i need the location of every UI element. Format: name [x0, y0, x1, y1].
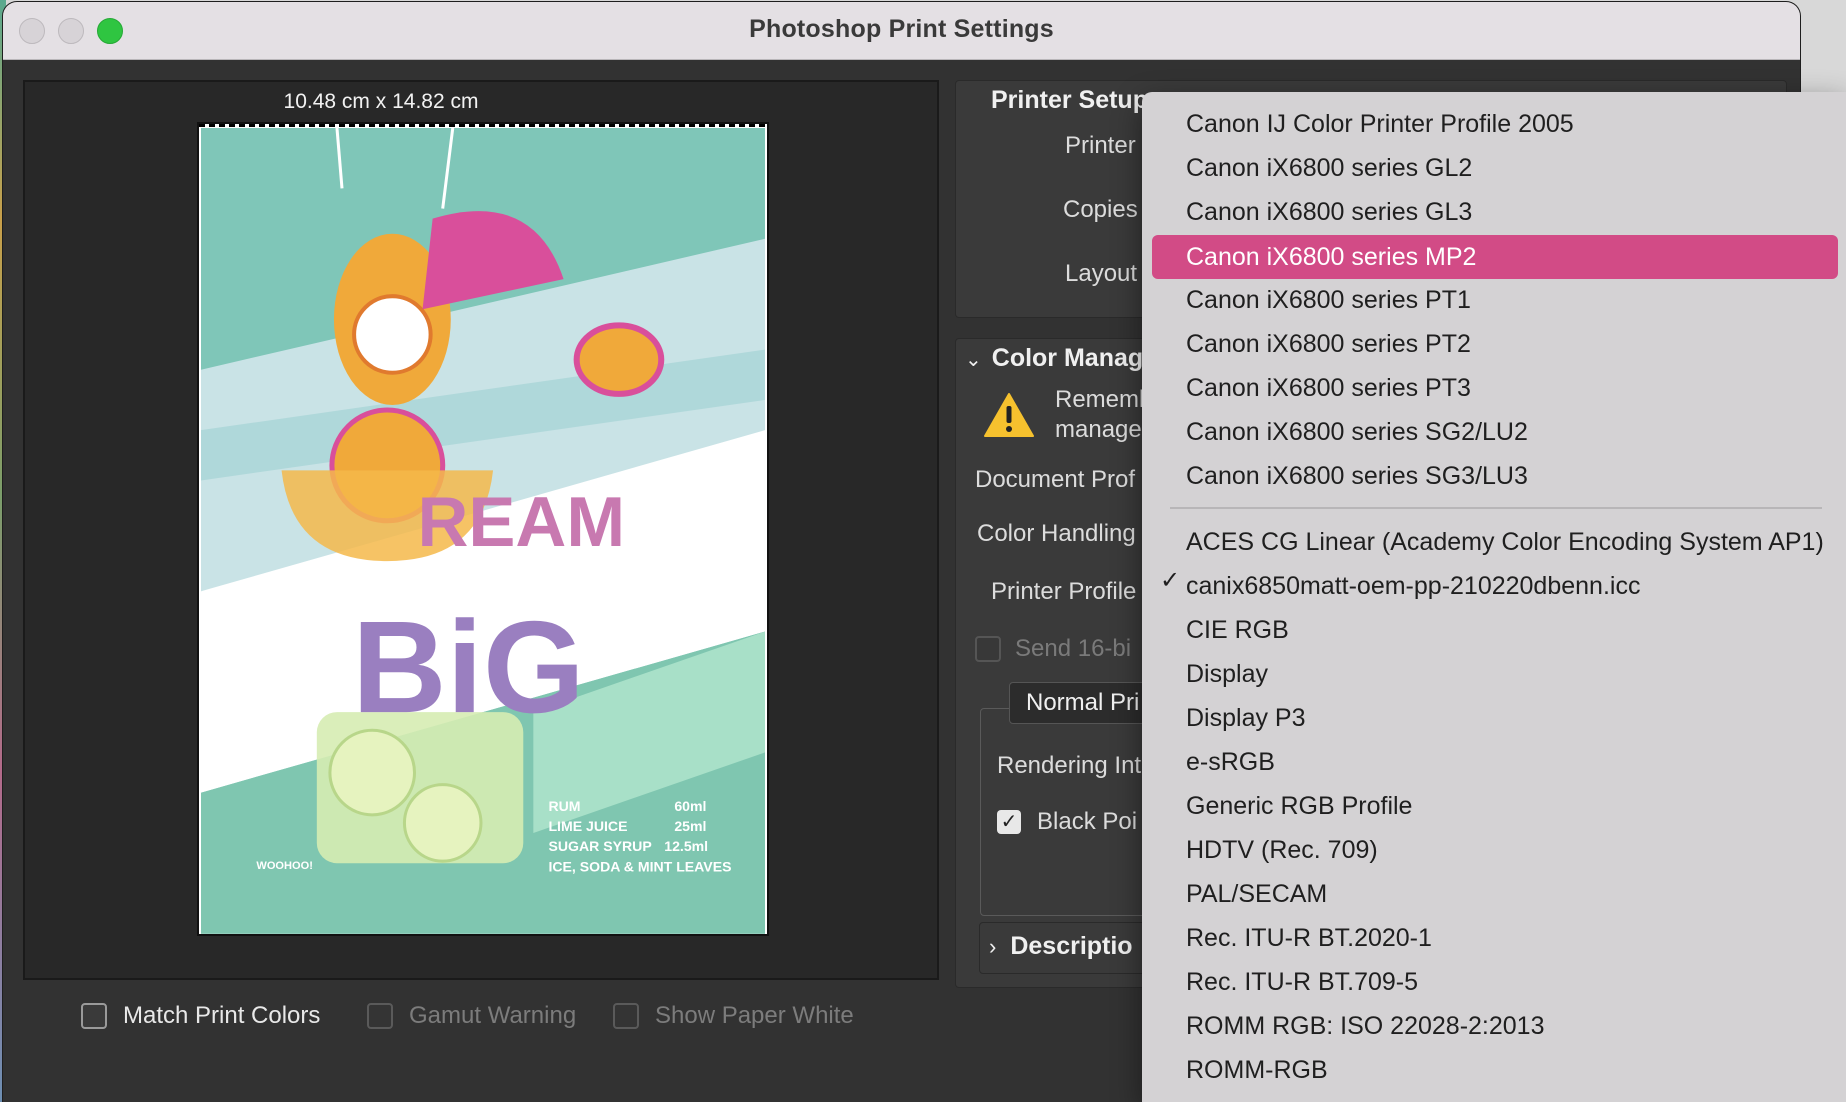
printer-profile-label: Printer Profile [991, 578, 1137, 605]
copies-label: Copies [1063, 196, 1138, 223]
black-point-checkbox[interactable]: ✓ [997, 810, 1021, 834]
remember-note-line2: manage [1055, 416, 1142, 443]
menu-item-canon-gl3[interactable]: Canon iX6800 series GL3 [1186, 192, 1472, 232]
poster-title-line2: BiG [352, 593, 585, 740]
menu-item-canon-sg2-lu2[interactable]: Canon iX6800 series SG2/LU2 [1186, 412, 1528, 452]
window-title: Photoshop Print Settings [749, 15, 1054, 43]
menu-item-aces-cg-linear[interactable]: ACES CG Linear (Academy Color Encoding S… [1186, 522, 1824, 562]
rendering-intent-label: Rendering Int [997, 752, 1142, 779]
menu-item-rec-bt2020-1[interactable]: Rec. ITU-R BT.2020-1 [1186, 918, 1432, 958]
recipe-item-4: ICE, SODA & MINT LEAVES [548, 858, 731, 874]
menu-item-canon-pt1[interactable]: Canon iX6800 series PT1 [1186, 280, 1471, 320]
color-management-label: Color Manag [991, 344, 1144, 372]
match-print-colors-option[interactable]: Match Print Colors [81, 1002, 320, 1030]
match-print-colors-label: Match Print Colors [123, 1002, 321, 1029]
send-16bit-option[interactable]: Send 16-bi [975, 635, 1131, 663]
paper-edge [199, 124, 767, 127]
normal-printing-value: Normal Pri [1026, 689, 1140, 716]
menu-item-romm-rgb[interactable]: ROMM-RGB [1186, 1050, 1328, 1090]
menu-item-canix6850matt[interactable]: canix6850matt-oem-pp-210220dbenn.icc [1186, 566, 1640, 606]
menu-item-hdtv-rec709[interactable]: HDTV (Rec. 709) [1186, 830, 1378, 870]
recipe-qty-2: 25ml [674, 818, 706, 834]
show-paper-white-checkbox[interactable] [613, 1003, 639, 1029]
black-point-option[interactable]: ✓ Black Poi [997, 808, 1137, 836]
menu-item-display-p3[interactable]: Display P3 [1186, 698, 1306, 738]
remember-note-line1: Rememl [1055, 386, 1145, 413]
menu-item-romm-rgb-iso[interactable]: ROMM RGB: ISO 22028-2:2013 [1186, 1006, 1544, 1046]
menu-item-display[interactable]: Display [1186, 654, 1268, 694]
menu-item-canon-pt3[interactable]: Canon iX6800 series PT3 [1186, 368, 1471, 408]
layout-label: Layout [1065, 260, 1138, 287]
description-header[interactable]: › Descriptio [989, 932, 1133, 961]
menu-item-e-srgb[interactable]: e-sRGB [1186, 742, 1275, 782]
document-profile-label: Document Prof [975, 466, 1136, 493]
recipe-item-2: LIME JUICE [548, 818, 627, 834]
color-management-header[interactable]: ⌄ Color Manag [965, 344, 1143, 373]
menu-item-canon-gl2[interactable]: Canon iX6800 series GL2 [1186, 148, 1472, 188]
printer-label: Printer [1065, 132, 1136, 159]
paper-dimensions: 10.48 cm x 14.82 cm [283, 90, 479, 113]
titlebar: Photoshop Print Settings [3, 2, 1800, 60]
menu-item-canon-mp2[interactable]: Canon iX6800 series MP2 [1152, 235, 1838, 279]
recipe-qty-1: 60ml [674, 798, 706, 814]
description-label: Descriptio [1010, 932, 1133, 960]
print-preview-panel: 10.48 cm x 14.82 cm REAM BiG RUM 60ml LI… [23, 80, 939, 980]
poster-title-line1: REAM [418, 482, 626, 561]
gamut-warning-checkbox[interactable] [367, 1003, 393, 1029]
paper-preview[interactable]: REAM BiG RUM 60ml LIME JUICE 25ml SUGAR … [197, 122, 769, 936]
warning-icon [984, 393, 1034, 437]
color-handling-label: Color Handling [977, 520, 1136, 547]
printer-setup-header: Printer Setup [991, 86, 1148, 114]
poster-artwork: REAM BiG RUM 60ml LIME JUICE 25ml SUGAR … [201, 128, 765, 934]
menu-item-rec-bt709-5[interactable]: Rec. ITU-R BT.709-5 [1186, 962, 1418, 1002]
recipe-item-1: RUM [548, 798, 580, 814]
gamut-warning-label: Gamut Warning [409, 1002, 577, 1029]
match-print-colors-checkbox[interactable] [81, 1003, 107, 1029]
chevron-right-icon: › [989, 934, 997, 959]
checkmark-icon: ✓ [1160, 567, 1181, 594]
menu-item-canon-ij-2005[interactable]: Canon IJ Color Printer Profile 2005 [1186, 104, 1574, 144]
chevron-down-icon: ⌄ [965, 349, 982, 371]
menu-separator [1170, 507, 1822, 509]
menu-item-pal-secam[interactable]: PAL/SECAM [1186, 874, 1327, 914]
poster-brand: WOOHOO! [256, 860, 313, 872]
menu-item-canon-sg3-lu3[interactable]: Canon iX6800 series SG3/LU3 [1186, 456, 1528, 496]
menu-item-generic-rgb[interactable]: Generic RGB Profile [1186, 786, 1412, 826]
show-paper-white-label: Show Paper White [655, 1002, 854, 1029]
black-point-label: Black Poi [1037, 808, 1138, 835]
menu-item-cie-rgb[interactable]: CIE RGB [1186, 610, 1289, 650]
printer-profile-menu[interactable]: Canon IJ Color Printer Profile 2005 Cano… [1142, 92, 1846, 1102]
menu-item-canon-pt2[interactable]: Canon iX6800 series PT2 [1186, 324, 1471, 364]
recipe-qty-3: 12.5ml [664, 838, 708, 854]
send-16bit-checkbox[interactable] [975, 636, 1001, 662]
gamut-warning-option[interactable]: Gamut Warning [367, 1002, 576, 1030]
send-16bit-label: Send 16-bi [1015, 635, 1132, 662]
show-paper-white-option[interactable]: Show Paper White [613, 1002, 854, 1030]
recipe-item-3: SUGAR SYRUP [548, 838, 651, 854]
